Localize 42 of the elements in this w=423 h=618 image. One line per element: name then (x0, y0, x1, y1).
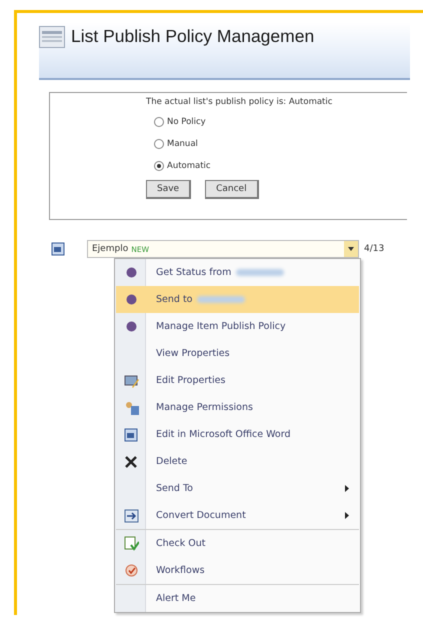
document-icon (124, 428, 138, 442)
convert-icon (124, 508, 138, 522)
menu-item[interactable]: Manage Permissions (116, 394, 359, 421)
caret-icon[interactable] (348, 247, 354, 251)
page-title: List Publish Policy Managemen (71, 26, 314, 47)
cancel-button[interactable]: Cancel (205, 180, 259, 199)
radio-label[interactable]: No Policy (167, 116, 206, 126)
radio-label[interactable]: Automatic (167, 160, 211, 170)
menu-item[interactable]: Send to (116, 286, 359, 313)
menu-item[interactable]: Delete (116, 448, 359, 475)
edit-icon (124, 374, 138, 388)
menu-item[interactable]: Send To (116, 475, 359, 502)
submenu-arrow-icon (345, 512, 349, 519)
item-name: Ejemplo (92, 244, 128, 254)
redacted-text (197, 296, 246, 303)
menu-item[interactable]: Workflows (116, 557, 359, 584)
policy-message: The actual list's publish policy is: Automatic (146, 97, 334, 107)
menu-item[interactable]: View Properties (116, 340, 359, 367)
radio-button[interactable] (154, 160, 164, 170)
redacted-text (236, 269, 284, 276)
menu-item[interactable]: Get Status from (116, 259, 359, 286)
menu-item[interactable]: Manage Item Publish Policy (116, 313, 359, 340)
submenu-arrow-icon (345, 485, 349, 492)
menu-item[interactable]: Convert Document (116, 502, 359, 529)
item-date: 4/13 (364, 244, 384, 254)
menu-item[interactable]: Edit Properties (116, 367, 359, 394)
checkout-icon (124, 536, 138, 551)
workflow-icon (124, 564, 138, 577)
radio-button[interactable] (154, 116, 164, 126)
list-icon (39, 26, 65, 48)
people-icon (124, 400, 138, 414)
save-button[interactable]: Save (146, 180, 192, 199)
document-icon (51, 242, 65, 256)
dot-icon (126, 267, 136, 278)
close-icon (125, 456, 137, 468)
menu-item[interactable]: Check Out (116, 529, 359, 557)
radio-label[interactable]: Manual (167, 138, 198, 148)
dot-icon (126, 294, 136, 305)
dot-icon (126, 321, 136, 332)
radio-button[interactable] (154, 138, 164, 148)
menu-item[interactable]: Edit in Microsoft Office Word (116, 421, 359, 448)
menu-item[interactable]: Alert Me (116, 584, 359, 612)
